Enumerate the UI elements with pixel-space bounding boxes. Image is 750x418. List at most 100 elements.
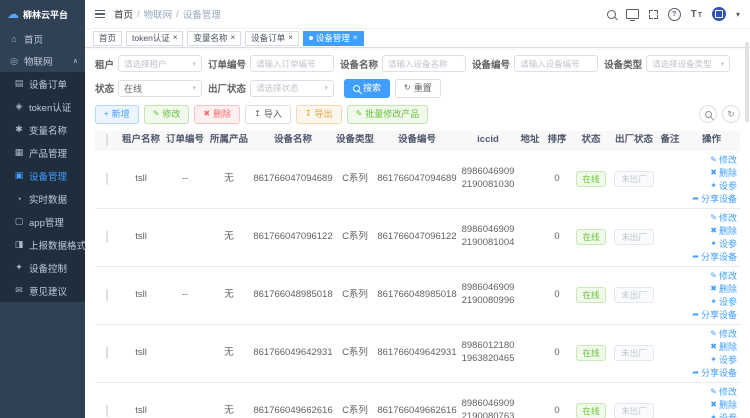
monitor-icon[interactable] <box>626 9 639 19</box>
select-all-checkbox[interactable] <box>106 134 108 146</box>
row-checkbox[interactable] <box>106 405 108 417</box>
factory-status-badge[interactable]: 未出厂 <box>614 345 654 361</box>
app-logo: ☁ 柳林云平台 <box>0 0 85 28</box>
row-delete-link[interactable]: ✖删除 <box>710 341 737 353</box>
row-set-params-link[interactable]: ✦设参 <box>710 354 737 366</box>
factory-status-badge[interactable]: 未出厂 <box>614 229 654 245</box>
font-size-icon[interactable]: TT <box>691 9 702 20</box>
status-badge: 在线 <box>576 345 605 361</box>
actions-cell: ✎修改 ✖删除 ✦设参 ➦分享设备 <box>683 154 740 205</box>
sidebar-item-iot[interactable]: ◎ 物联网 ∧ <box>0 50 85 72</box>
factory-status-label: 出厂状态 <box>208 81 246 95</box>
order-no-field: 订单编号 <box>208 55 334 72</box>
factory-status-badge[interactable]: 未出厂 <box>614 171 654 187</box>
tenant-select[interactable]: 请选择租户 ▾ <box>118 55 202 72</box>
column-header: 所属产品 <box>207 134 251 147</box>
search-icon[interactable] <box>607 10 616 19</box>
sidebar-item-label: 意见建议 <box>29 284 67 298</box>
batch-edit-product-button[interactable]: ✎ 批量修改产品 <box>347 105 429 124</box>
row-checkbox[interactable] <box>106 347 108 359</box>
device-type-field: 设备类型 请选择设备类型 ▾ <box>604 55 730 72</box>
import-button[interactable]: ↥ 导入 <box>245 105 291 124</box>
sidebar-item-variable-name[interactable]: ✱ 变量名称 <box>0 118 85 141</box>
search-button[interactable]: 搜索 <box>344 79 390 98</box>
row-delete-link[interactable]: ✖删除 <box>710 167 737 179</box>
search-button-label: 搜索 <box>363 83 381 94</box>
row-share-device-link[interactable]: ➦分享设备 <box>692 251 737 263</box>
sidebar-item-token-auth[interactable]: ◈ token认证 <box>0 95 85 118</box>
column-header: 出厂状态 <box>611 134 657 147</box>
sidebar-item-upload-format[interactable]: ◨ 上报数据格式 <box>0 233 85 256</box>
row-share-device-link[interactable]: ➦分享设备 <box>692 367 737 379</box>
avatar[interactable] <box>712 7 726 21</box>
tab-device-manage[interactable]: 设备管理 × <box>303 31 364 46</box>
close-icon[interactable]: × <box>288 34 293 42</box>
row-delete-link[interactable]: ✖删除 <box>710 225 737 237</box>
row-delete-link[interactable]: ✖删除 <box>710 399 737 411</box>
delete-button[interactable]: ✖ 删除 <box>194 105 240 124</box>
export-button[interactable]: ↧ 导出 <box>296 105 342 124</box>
status-select[interactable]: 在线 ▾ <box>118 80 202 97</box>
close-icon[interactable]: × <box>353 34 358 42</box>
edit-button[interactable]: ✎ 修改 <box>144 105 190 124</box>
row-edit-link[interactable]: ✎修改 <box>710 328 737 340</box>
add-button[interactable]: + 新增 <box>95 105 139 124</box>
order-cell: -- <box>163 289 207 302</box>
scrollbar[interactable] <box>745 42 749 122</box>
row-set-params-link[interactable]: ✦设参 <box>710 296 737 308</box>
trash-icon: ✖ <box>710 343 717 351</box>
product-cell: 无 <box>207 173 251 186</box>
row-checkbox[interactable] <box>106 289 108 301</box>
sidebar-item-home[interactable]: ⌂ 首页 <box>0 28 85 50</box>
breadcrumb-home[interactable]: 首页 <box>114 7 133 21</box>
factory-status-select[interactable]: 请选择状态 ▾ <box>250 80 334 97</box>
sidebar: ☁ 柳林云平台 ⌂ 首页 ◎ 物联网 ∧ ▤ 设备订单 ◈ token认证 ✱ … <box>0 0 85 418</box>
status-badge: 在线 <box>576 171 605 187</box>
fullscreen-icon[interactable] <box>649 10 658 19</box>
row-edit-link[interactable]: ✎修改 <box>710 212 737 224</box>
row-edit-link[interactable]: ✎修改 <box>710 386 737 398</box>
sidebar-item-feedback[interactable]: ✉ 意见建议 <box>0 279 85 302</box>
row-edit-link[interactable]: ✎修改 <box>710 154 737 166</box>
row-delete-link[interactable]: ✖删除 <box>710 283 737 295</box>
device-name-cell: 861766047096122 <box>251 231 335 244</box>
tab-token-auth[interactable]: token认证 × <box>126 31 183 46</box>
row-share-device-link[interactable]: ➦分享设备 <box>692 309 737 321</box>
refresh-button[interactable]: ↻ <box>722 105 740 123</box>
row-set-params-link[interactable]: ✦设参 <box>710 238 737 250</box>
close-icon[interactable]: × <box>173 34 178 42</box>
sidebar-item-device-manage[interactable]: ▣ 设备管理 <box>0 164 85 187</box>
status-cell: 在线 <box>571 287 611 303</box>
sidebar-toggle-icon[interactable] <box>95 10 105 19</box>
help-icon[interactable]: ? <box>668 8 681 21</box>
sidebar-item-product-manage[interactable]: ▦ 产品管理 <box>0 141 85 164</box>
tab-home[interactable]: 首页 <box>93 31 122 46</box>
sidebar-item-device-order[interactable]: ▤ 设备订单 <box>0 72 85 95</box>
row-share-device-link[interactable]: ➦分享设备 <box>692 193 737 205</box>
row-edit-link[interactable]: ✎修改 <box>710 270 737 282</box>
row-checkbox[interactable] <box>106 173 108 185</box>
close-icon[interactable]: × <box>231 34 236 42</box>
tab-variable-name[interactable]: 变量名称 × <box>187 31 241 46</box>
import-button-label: 导入 <box>264 109 282 120</box>
device-name-input[interactable] <box>382 55 466 72</box>
factory-status-badge[interactable]: 未出厂 <box>614 287 654 303</box>
device-type-cell: C系列 <box>335 347 375 360</box>
device-type-select[interactable]: 请选择设备类型 ▾ <box>646 55 730 72</box>
top-navbar: 首页 / 物联网 / 设备管理 ? TT ▾ <box>85 0 750 29</box>
control-icon: ✦ <box>14 262 24 273</box>
reset-button[interactable]: ↻ 重置 <box>395 79 441 98</box>
tab-device-order[interactable]: 设备订单 × <box>245 31 299 46</box>
sidebar-item-device-control[interactable]: ✦ 设备控制 <box>0 256 85 279</box>
order-no-input[interactable] <box>250 55 334 72</box>
row-checkbox[interactable] <box>106 231 108 243</box>
column-header: 排序 <box>543 134 571 147</box>
chevron-down-icon[interactable]: ▾ <box>736 10 740 19</box>
sidebar-item-app-manage[interactable]: ▢ app管理 <box>0 210 85 233</box>
device-no-input[interactable] <box>514 55 598 72</box>
toggle-search-button[interactable] <box>699 105 717 123</box>
sidebar-item-realtime-data[interactable]: ◔ 实时数据 <box>0 187 85 210</box>
factory-status-badge[interactable]: 未出厂 <box>614 403 654 418</box>
row-set-params-link[interactable]: ✦设参 <box>710 412 737 418</box>
row-set-params-link[interactable]: ✦设参 <box>710 180 737 192</box>
